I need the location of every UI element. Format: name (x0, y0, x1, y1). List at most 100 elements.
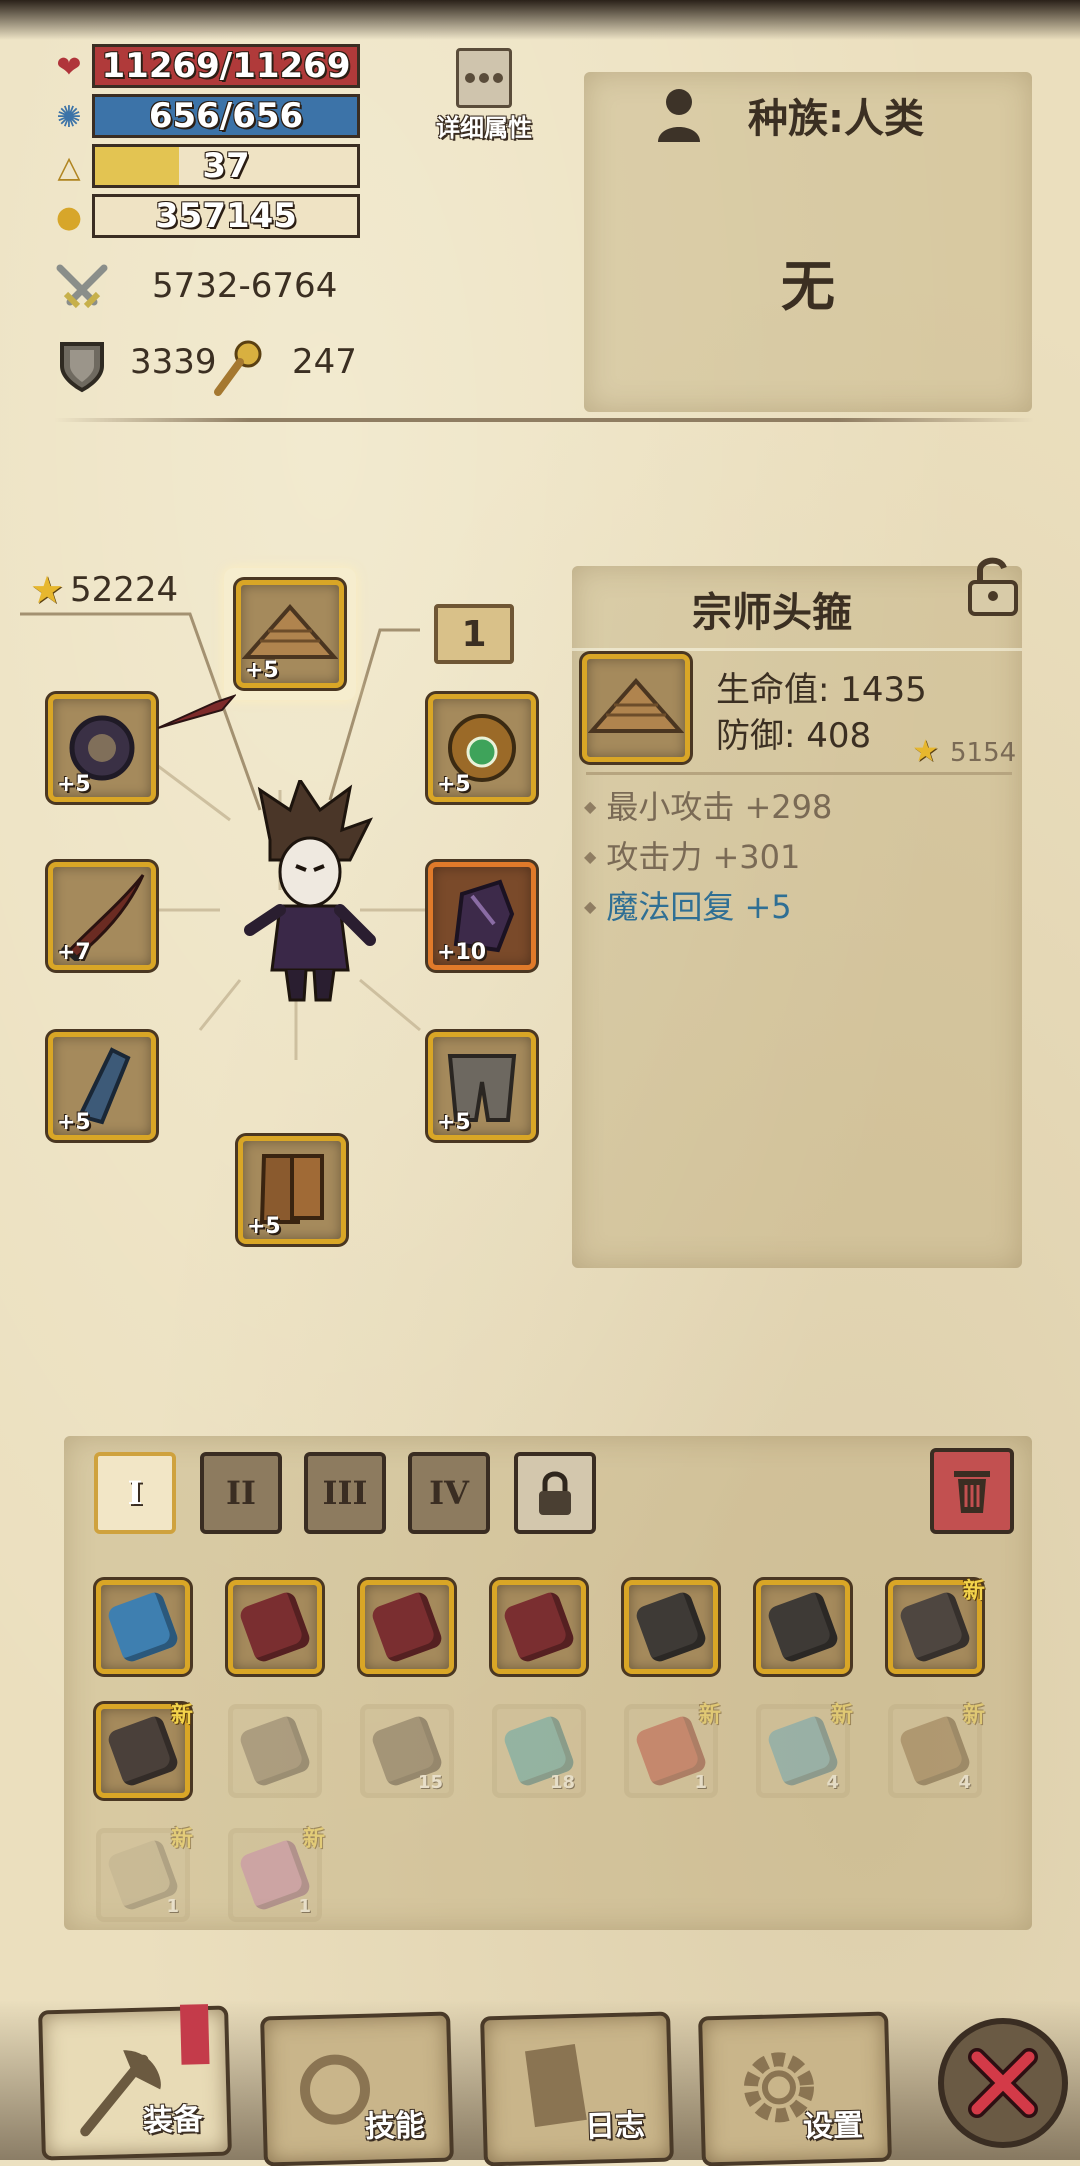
inventory-item[interactable] (96, 1580, 190, 1674)
trash-button[interactable] (930, 1448, 1014, 1534)
inventory-item[interactable]: 新 (96, 1703, 193, 1798)
inventory-item[interactable] (492, 1580, 586, 1674)
bonus-row: ◆ 魔法回复 +5 (584, 882, 1004, 932)
inventory-item[interactable]: 18 (492, 1704, 586, 1798)
equip-slot-neck[interactable]: +5 (428, 694, 536, 802)
bonus-list: ◆ 最小攻击 +298 ◆ 攻击力 +301 ◆ 魔法回复 +5 (584, 782, 1004, 932)
nav-settings-label: 设置 (802, 2108, 864, 2145)
slot-level: +5 (57, 1110, 91, 1135)
nav-skills-label: 技能 (364, 2108, 426, 2145)
slot-count-badge: 1 (434, 604, 514, 664)
inventory-tab-1[interactable]: I (94, 1452, 176, 1534)
equip-slot-gloves[interactable]: +10 (428, 862, 536, 970)
item-count: 1 (166, 1896, 179, 1917)
straw-hat-icon (588, 677, 684, 733)
gold-icon: ● (55, 199, 83, 235)
mana-bar: 656/656 (92, 94, 360, 138)
bonus-row: ◆ 最小攻击 +298 (584, 782, 1004, 832)
inventory-item[interactable]: 4新 (756, 1703, 853, 1798)
item-count: 4 (826, 1772, 839, 1793)
inventory-item[interactable] (228, 1580, 322, 1674)
inventory-item[interactable] (756, 1580, 850, 1674)
inventory-item[interactable] (228, 1704, 322, 1798)
inventory-item[interactable] (360, 1580, 454, 1674)
race-panel: 种族:人类 无 (584, 72, 1032, 412)
battle-axe-icon (501, 1589, 577, 1665)
slot-level: +7 (57, 940, 91, 965)
item-hp: 生命值: 1435 (716, 670, 927, 710)
dagger-icon (156, 692, 238, 732)
item-name: 宗师头箍 (692, 590, 852, 636)
diamond-bullet-icon: ◆ (584, 797, 597, 816)
close-icon (968, 2048, 1038, 2118)
inventory-item[interactable] (624, 1580, 718, 1674)
new-badge: 新 (170, 1703, 193, 1728)
inventory-item[interactable]: 1新 (624, 1703, 721, 1798)
detail-attributes-label: 详细属性 (436, 114, 532, 142)
nav-equip-button[interactable]: 装备 (38, 2004, 232, 2161)
bookmark-ribbon (179, 2004, 210, 2065)
equip-slot-pants[interactable]: +5 (428, 1032, 536, 1140)
nav-log-button[interactable]: 日志 (480, 2011, 674, 2166)
more-dots-icon (456, 48, 512, 108)
inventory-item[interactable]: 1新 (228, 1827, 325, 1922)
attack-range: 5732-6764 (152, 266, 338, 306)
stone-pile-icon (237, 1713, 313, 1789)
new-badge: 新 (962, 1703, 985, 1728)
section-divider (54, 418, 1034, 422)
iron-boots-icon (897, 1589, 973, 1665)
iron-bracer-icon (105, 1713, 181, 1789)
diamond-bullet-icon: ◆ (584, 897, 597, 916)
inventory-tab-4[interactable]: IV (408, 1452, 490, 1534)
stats-divider (586, 772, 1012, 775)
race-label: 种族:人类 (748, 96, 924, 142)
blue-sword-icon (105, 1589, 181, 1665)
close-button[interactable] (938, 2018, 1068, 2148)
item-count: 4 (958, 1772, 971, 1793)
star-icon: ★ (912, 734, 939, 769)
inventory-tab-2[interactable]: II (200, 1452, 282, 1534)
slot-level: +5 (57, 772, 91, 797)
inventory-item[interactable]: 15 (360, 1704, 454, 1798)
inventory-item[interactable]: 1新 (96, 1827, 193, 1922)
item-detail-icon (582, 654, 690, 762)
unlock-icon[interactable] (964, 554, 1024, 618)
iron-helmet-icon (765, 1589, 841, 1665)
title-divider (572, 648, 1022, 651)
bonus-text: 最小攻击 +298 (606, 788, 833, 826)
nav-log-label: 日志 (584, 2108, 646, 2145)
new-badge: 新 (962, 1579, 985, 1604)
inventory-item[interactable]: 新 (888, 1579, 985, 1674)
level-value: 37 (202, 146, 250, 186)
defense-value: 3339 (130, 342, 217, 382)
equip-slot-leg-guard[interactable]: +5 (48, 1032, 156, 1140)
new-badge: 新 (830, 1703, 853, 1728)
level-icon: △ (57, 149, 81, 185)
equip-slot-head[interactable]: +5 (236, 580, 344, 688)
new-badge: 新 (170, 1827, 193, 1852)
nav-skills-button[interactable]: 技能 (260, 2011, 454, 2166)
bonus-row: ◆ 攻击力 +301 (584, 832, 1004, 882)
inventory-tab-3[interactable]: III (304, 1452, 386, 1534)
inventory-tab-locked[interactable] (514, 1452, 596, 1534)
hp-bar: 11269/11269 (92, 44, 360, 88)
magic-staff-icon (210, 338, 266, 396)
equip-slot-boots[interactable]: +5 (238, 1136, 346, 1244)
gold-value: 357145 (155, 196, 297, 236)
equip-slot-wrist[interactable]: +5 (48, 694, 156, 802)
detail-attributes-button[interactable]: 详细属性 (426, 46, 542, 146)
nav-settings-button[interactable]: 设置 (698, 2011, 892, 2166)
level-bar: 37 (92, 144, 360, 188)
new-badge: 新 (698, 1703, 721, 1728)
top-edge-decoration (0, 0, 1080, 40)
gold-bar: 357145 (92, 194, 360, 238)
lock-icon (539, 1471, 571, 1515)
iron-helmet-icon (633, 1589, 709, 1665)
slot-level: +5 (437, 772, 471, 797)
slot-level: +10 (437, 940, 487, 965)
slot-level: +5 (247, 1214, 281, 1239)
item-count: 15 (417, 1772, 443, 1793)
equip-slot-weapon[interactable]: +7 (48, 862, 156, 970)
battle-axe-icon (237, 1589, 313, 1665)
inventory-item[interactable]: 4新 (888, 1703, 985, 1798)
